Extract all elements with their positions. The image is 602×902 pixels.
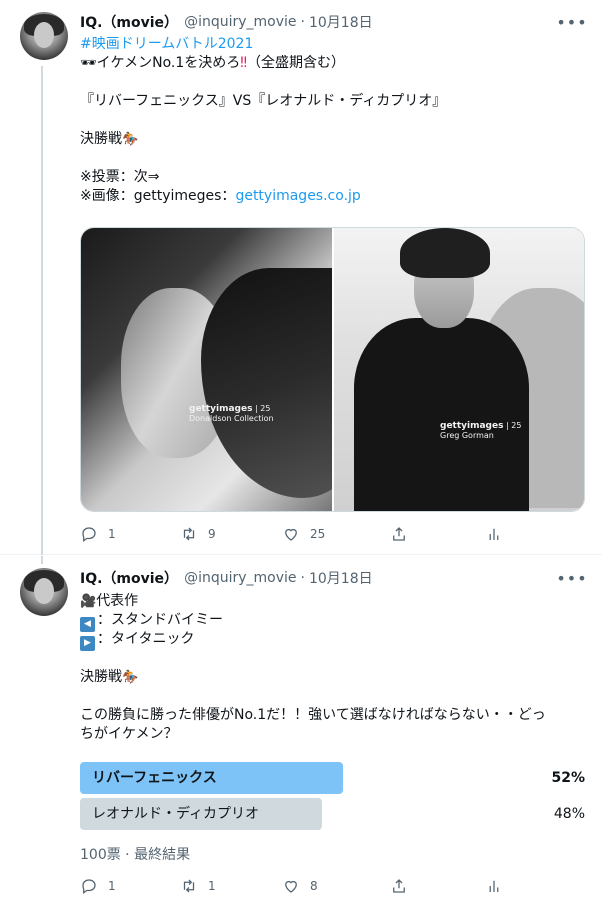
photo-river-phoenix[interactable]: gettyimages | 25 Donaldson Collection bbox=[81, 228, 332, 511]
analytics-button[interactable] bbox=[485, 524, 503, 544]
work-item-1: ：スタンドバイミー bbox=[97, 612, 223, 628]
analytics-icon bbox=[489, 880, 499, 892]
retweet-count: 9 bbox=[208, 527, 216, 541]
author-name[interactable]: IQ.（movie） bbox=[80, 568, 178, 588]
share-icon bbox=[393, 879, 405, 893]
poll-option-label: リバーフェニックス bbox=[92, 770, 217, 786]
final-text: 決勝戦 bbox=[80, 669, 122, 685]
like-count: 8 bbox=[310, 879, 318, 893]
photo-watermark: gettyimages | 25 Greg Gorman bbox=[440, 421, 522, 440]
gettyimages-link[interactable]: gettyimages.co.jp bbox=[235, 188, 360, 204]
tweet-text: #映画ドリームバトル2021 🕶イケメンNo.1を決めろ‼（全盛期含む） 『リバ… bbox=[80, 35, 585, 206]
question-line-1: この勝負に勝った俳優がNo.1だ！！強いて選ばなければならない・・どっ bbox=[80, 707, 546, 723]
retweet-count: 1 bbox=[208, 879, 216, 893]
reply-icon bbox=[82, 527, 96, 543]
play-button-icon: ▶ bbox=[80, 636, 95, 651]
reply-count: 1 bbox=[108, 879, 116, 893]
avatar[interactable] bbox=[20, 12, 68, 60]
poll-option-percent: 52% bbox=[551, 770, 585, 786]
retweet-button[interactable]: 1 bbox=[180, 876, 216, 896]
sunglasses-icon: 🕶 bbox=[80, 56, 97, 71]
tweet-actions: 1 9 25 bbox=[80, 524, 500, 544]
thread-connector bbox=[41, 66, 43, 555]
reply-button[interactable]: 1 bbox=[80, 524, 116, 544]
image-note: ※画像：gettyimeges： bbox=[80, 188, 236, 204]
reply-icon bbox=[82, 879, 96, 895]
reply-count: 1 bbox=[108, 527, 116, 541]
title-text: イケメンNo.1を決めろ bbox=[96, 55, 241, 71]
tweet-text: 🎥代表作 ◀ ：スタンドバイミー ▶ ：タイタニック 決勝戦🏇 この勝負に勝った俳優… bbox=[80, 592, 585, 744]
matchup-text: 『リバーフェニックス』VS『レオナルド・ディカプリオ』 bbox=[80, 93, 447, 109]
separator-dot: · bbox=[300, 14, 305, 30]
retweet-icon bbox=[183, 879, 195, 893]
tweet-1[interactable]: IQ.（movie） @inquiry_movie · 10月18日 ••• #… bbox=[0, 0, 602, 555]
like-button[interactable]: 8 bbox=[282, 876, 318, 896]
like-count: 25 bbox=[310, 527, 326, 541]
poll-option-label: レオナルド・ディカプリオ bbox=[92, 806, 260, 822]
photo-credit: Donaldson Collection bbox=[189, 414, 274, 423]
poll-option-2: レオナルド・ディカプリオ 48% bbox=[80, 798, 585, 830]
retweet-icon bbox=[183, 527, 195, 541]
tweet-2[interactable]: IQ.（movie） @inquiry_movie · 10月18日 ••• 🎥… bbox=[0, 556, 602, 902]
tweet-header: IQ.（movie） @inquiry_movie · 10月18日 bbox=[80, 12, 373, 32]
works-label: 代表作 bbox=[96, 593, 139, 609]
vote-note: ※投票：次⇒ bbox=[80, 169, 160, 185]
author-handle[interactable]: @inquiry_movie bbox=[184, 14, 296, 30]
photo-leonardo-dicaprio[interactable]: gettyimages | 25 Greg Gorman bbox=[334, 228, 584, 511]
final-text: 決勝戦 bbox=[80, 131, 122, 147]
movie-camera-icon: 🎥 bbox=[80, 594, 97, 609]
tweet-header: IQ.（movie） @inquiry_movie · 10月18日 bbox=[80, 568, 373, 588]
share-icon bbox=[393, 527, 405, 541]
share-button[interactable] bbox=[390, 524, 408, 544]
more-options-icon[interactable]: ••• bbox=[556, 12, 586, 32]
poll-option-1: リバーフェニックス 52% bbox=[80, 762, 585, 794]
work-item-2: ：タイタニック bbox=[97, 631, 195, 647]
avatar[interactable] bbox=[20, 568, 68, 616]
author-handle[interactable]: @inquiry_movie bbox=[184, 570, 296, 586]
share-button[interactable] bbox=[390, 876, 408, 896]
tweet-actions: 1 1 8 bbox=[80, 876, 500, 896]
tweet-date[interactable]: 10月18日 bbox=[309, 568, 373, 588]
horse-racing-icon: 🏇 bbox=[122, 670, 139, 685]
more-options-icon[interactable]: ••• bbox=[556, 568, 586, 588]
photo-watermark: gettyimages | 25 Donaldson Collection bbox=[189, 404, 274, 423]
analytics-button[interactable] bbox=[485, 876, 503, 896]
media-grid: gettyimages | 25 Donaldson Collection ge… bbox=[80, 227, 585, 512]
like-button[interactable]: 25 bbox=[282, 524, 325, 544]
analytics-icon bbox=[489, 528, 499, 540]
thread-connector bbox=[41, 556, 43, 564]
tweet-date[interactable]: 10月18日 bbox=[309, 12, 373, 32]
separator-dot: · bbox=[300, 570, 305, 586]
author-name[interactable]: IQ.（movie） bbox=[80, 12, 178, 32]
horse-racing-icon: 🏇 bbox=[122, 132, 139, 147]
title-tail: （全盛期含む） bbox=[247, 55, 346, 71]
heart-icon bbox=[285, 880, 297, 893]
question-line-2: ちがイケメン？ bbox=[80, 726, 178, 742]
poll-meta: 100票 · 最終結果 bbox=[80, 847, 191, 863]
photo-credit: Greg Gorman bbox=[440, 431, 494, 440]
hashtag-link[interactable]: #映画ドリームバトル2021 bbox=[80, 36, 253, 52]
heart-icon bbox=[285, 528, 297, 541]
reply-button[interactable]: 1 bbox=[80, 876, 116, 896]
retweet-button[interactable]: 9 bbox=[180, 524, 216, 544]
poll-option-percent: 48% bbox=[553, 806, 585, 822]
